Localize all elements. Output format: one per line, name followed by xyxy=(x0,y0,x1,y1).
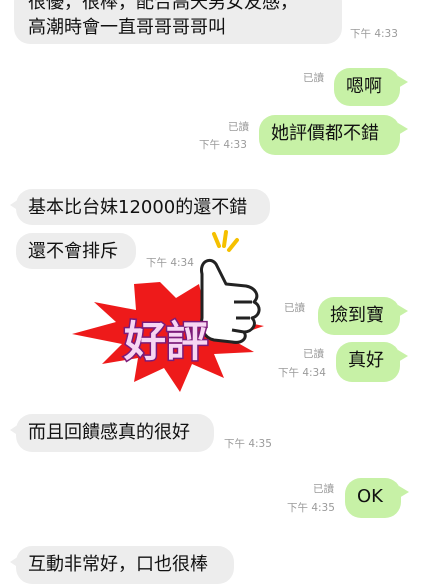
incoming-message[interactable]: 而且回饋感真的很好 xyxy=(10,414,214,452)
message-text: 互動非常好，口也很棒 xyxy=(28,554,208,575)
read-receipt: 已讀 xyxy=(228,121,249,133)
message-time: 下午 4:33 xyxy=(199,139,247,151)
message-text: 嗯啊 xyxy=(346,76,382,97)
review-sticker: 好評 xyxy=(72,230,264,392)
stamp-text: 好評 xyxy=(123,317,208,366)
message-time: 下午 4:33 xyxy=(350,28,398,40)
incoming-message[interactable]: 互動非常好，口也很棒 xyxy=(10,546,234,584)
incoming-message[interactable]: 基本比台妹12000的還不錯 xyxy=(10,189,270,225)
thumbs-up-icon xyxy=(200,258,261,344)
read-receipt: 已讀 xyxy=(303,72,324,84)
read-receipt: 已讀 xyxy=(303,348,324,360)
message-text: 撿到寶 xyxy=(330,305,384,326)
outgoing-message[interactable]: 她評價都不錯 xyxy=(259,115,408,155)
outgoing-message[interactable]: OK xyxy=(345,478,409,518)
chat-log: 很優，很棒，配合高天男女友感， 高潮時會一直哥哥哥哥叫 下午 4:33 已讀 嗯… xyxy=(0,0,422,584)
message-text: OK xyxy=(357,486,383,507)
message-text-line: 高潮時會一直哥哥哥哥叫 xyxy=(28,17,226,38)
message-text-line: 很優，很棒，配合高天男女友感， xyxy=(28,0,298,13)
message-text: 基本比台妹12000的還不錯 xyxy=(28,197,248,218)
spark-lines-icon xyxy=(212,230,239,252)
incoming-message[interactable]: 很優，很棒，配合高天男女友感， 高潮時會一直哥哥哥哥叫 xyxy=(14,0,342,44)
message-time: 下午 4:35 xyxy=(224,438,272,450)
outgoing-message[interactable]: 嗯啊 xyxy=(334,68,408,106)
outgoing-message[interactable]: 真好 xyxy=(336,342,408,382)
message-time: 下午 4:35 xyxy=(287,502,335,514)
message-text: 而且回饋感真的很好 xyxy=(28,422,190,443)
message-text: 她評價都不錯 xyxy=(271,123,379,144)
message-text: 真好 xyxy=(348,350,384,371)
read-receipt: 已讀 xyxy=(313,483,334,495)
outgoing-message[interactable]: 撿到寶 xyxy=(318,297,408,335)
